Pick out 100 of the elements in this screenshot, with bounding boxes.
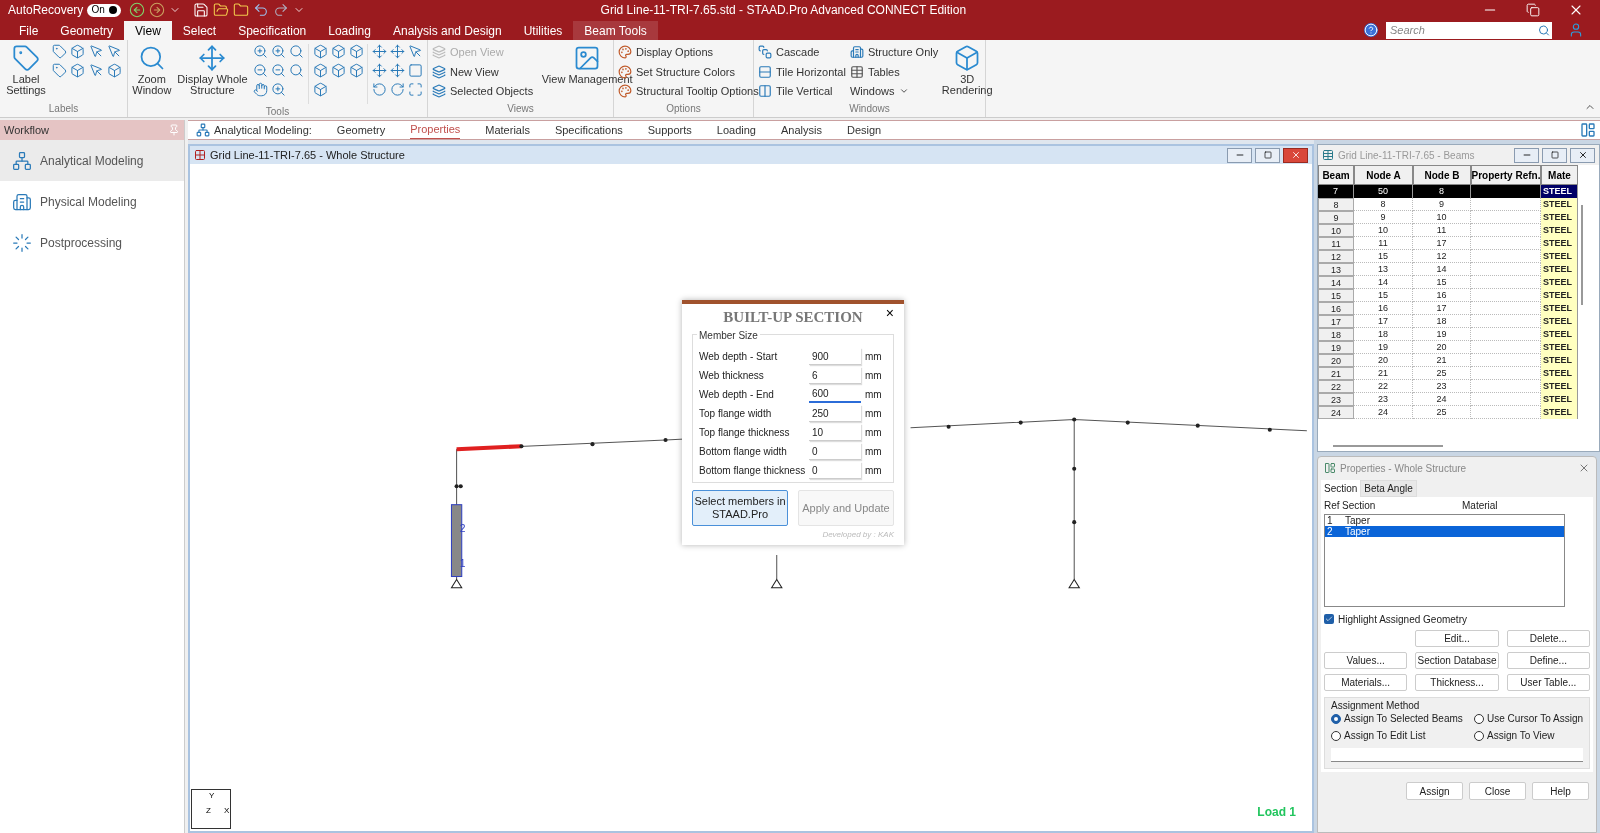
menu-tab[interactable]: Select bbox=[171, 21, 228, 40]
panel-button[interactable]: Edit... bbox=[1415, 630, 1499, 647]
table-cell[interactable]: STEEL bbox=[1541, 263, 1578, 276]
redo-icon[interactable] bbox=[272, 2, 289, 18]
panel-button[interactable]: Thickness... bbox=[1415, 674, 1499, 691]
table-cell[interactable]: 14 bbox=[1413, 263, 1471, 276]
menu-tab[interactable]: Analysis and Design bbox=[381, 21, 513, 40]
pointer-icon[interactable] bbox=[408, 44, 424, 59]
table-cell[interactable]: 8 bbox=[1318, 198, 1354, 211]
panel-button[interactable]: Section Database bbox=[1415, 652, 1499, 669]
table-cell[interactable] bbox=[1471, 302, 1541, 315]
section-list-item[interactable]: 1 Taper bbox=[1325, 515, 1564, 526]
pointer-icon[interactable] bbox=[89, 44, 104, 59]
page-tab[interactable]: Design bbox=[846, 121, 882, 139]
table-cell[interactable]: 17 bbox=[1413, 302, 1471, 315]
table-cell[interactable]: 17 bbox=[1354, 315, 1413, 328]
table-cell[interactable]: 14 bbox=[1318, 276, 1354, 289]
radio-button[interactable] bbox=[1331, 713, 1341, 724]
table-cell[interactable]: 11 bbox=[1354, 237, 1413, 250]
forward-icon[interactable] bbox=[148, 2, 165, 18]
search-field[interactable]: Search bbox=[1386, 21, 1536, 39]
table-cell[interactable]: 10 bbox=[1318, 224, 1354, 237]
table-cell[interactable]: 24 bbox=[1354, 406, 1413, 419]
page-tab[interactable]: Specifications bbox=[554, 121, 623, 139]
table-cell[interactable] bbox=[1471, 237, 1541, 250]
frame-icon[interactable] bbox=[408, 63, 424, 78]
table-cell[interactable]: 17 bbox=[1413, 237, 1471, 250]
table-cell[interactable]: 20 bbox=[1413, 341, 1471, 354]
minimize-button[interactable] bbox=[1514, 147, 1539, 163]
window-menu-item[interactable]: Structure Only bbox=[849, 44, 939, 61]
table-cell[interactable]: 17 bbox=[1318, 315, 1354, 328]
table-cell[interactable]: 10 bbox=[1354, 224, 1413, 237]
table-cell[interactable]: 10 bbox=[1413, 211, 1471, 224]
table-cell[interactable] bbox=[1471, 276, 1541, 289]
panel-button[interactable]: User Table... bbox=[1506, 674, 1590, 691]
radio-button[interactable] bbox=[1331, 730, 1341, 741]
table-cell[interactable] bbox=[1471, 341, 1541, 354]
table-cell[interactable]: 22 bbox=[1318, 380, 1354, 393]
value-field[interactable]: 0 bbox=[809, 462, 861, 479]
close-button[interactable]: × bbox=[885, 306, 894, 320]
table-cell[interactable]: 20 bbox=[1318, 354, 1354, 367]
table-cell[interactable]: STEEL bbox=[1541, 224, 1578, 237]
table-cell[interactable]: 23 bbox=[1318, 393, 1354, 406]
autorecovery-toggle[interactable]: On bbox=[87, 3, 121, 17]
table-cell[interactable]: 16 bbox=[1318, 302, 1354, 315]
axis-icon[interactable] bbox=[390, 44, 406, 59]
minimize-button[interactable] bbox=[1227, 147, 1252, 163]
table-cell[interactable]: 16 bbox=[1413, 289, 1471, 302]
panel-button[interactable]: Delete... bbox=[1506, 630, 1590, 647]
table-cell[interactable]: 20 bbox=[1354, 354, 1413, 367]
cube-icon[interactable] bbox=[107, 63, 122, 78]
table-cell[interactable] bbox=[1471, 185, 1541, 198]
pointer-icon[interactable] bbox=[89, 63, 104, 78]
page-tab[interactable]: Properties bbox=[410, 121, 461, 139]
table-cell[interactable]: STEEL bbox=[1541, 380, 1578, 393]
save-icon[interactable] bbox=[192, 2, 209, 18]
view-menu-item[interactable]: New View bbox=[432, 63, 534, 80]
table-cell[interactable] bbox=[1471, 354, 1541, 367]
value-field[interactable]: 6 bbox=[809, 367, 861, 384]
table-cell[interactable] bbox=[1471, 393, 1541, 406]
menu-tab[interactable]: Specification bbox=[227, 21, 318, 40]
window-menu-item[interactable]: Tile Vertical bbox=[758, 83, 846, 100]
cube-icon[interactable] bbox=[348, 63, 364, 78]
menu-tab[interactable]: Beam Tools bbox=[573, 21, 658, 40]
table-cell[interactable]: 24 bbox=[1318, 406, 1354, 419]
table-cell[interactable]: 8 bbox=[1354, 198, 1413, 211]
table-cell[interactable]: 22 bbox=[1354, 380, 1413, 393]
cube-icon[interactable] bbox=[312, 44, 328, 59]
dialog-button[interactable]: Apply and Update bbox=[798, 490, 894, 526]
table-cell[interactable]: 12 bbox=[1318, 250, 1354, 263]
table-cell[interactable]: 21 bbox=[1354, 367, 1413, 380]
table-cell[interactable]: 15 bbox=[1413, 276, 1471, 289]
cube-icon[interactable] bbox=[330, 63, 346, 78]
table-cell[interactable]: 15 bbox=[1354, 289, 1413, 302]
table-cell[interactable] bbox=[1471, 328, 1541, 341]
table-cell[interactable]: 9 bbox=[1354, 211, 1413, 224]
3d-rendering-button[interactable]: 3D Rendering bbox=[942, 44, 993, 96]
search-icon[interactable] bbox=[1536, 21, 1552, 39]
table-cell[interactable]: STEEL bbox=[1541, 315, 1578, 328]
table-cell[interactable]: 9 bbox=[1318, 211, 1354, 224]
cube-icon[interactable] bbox=[312, 82, 328, 97]
page-tab[interactable]: Analysis bbox=[780, 121, 822, 139]
open-folder-icon[interactable] bbox=[212, 2, 229, 18]
window-menu-item[interactable]: Tile Horizontal bbox=[758, 63, 846, 80]
table-cell[interactable]: 14 bbox=[1354, 276, 1413, 289]
table-cell[interactable]: 12 bbox=[1413, 250, 1471, 263]
table-cell[interactable]: 24 bbox=[1413, 393, 1471, 406]
zoom-in-icon[interactable] bbox=[271, 44, 287, 59]
workflow-item[interactable]: Analytical Modeling bbox=[0, 140, 184, 181]
value-field[interactable]: 600 bbox=[809, 386, 861, 403]
axis-icon[interactable] bbox=[390, 63, 406, 78]
table-cell[interactable]: 18 bbox=[1318, 328, 1354, 341]
dialog-button[interactable]: Select members in STAAD.Pro bbox=[692, 490, 788, 526]
help-icon[interactable] bbox=[1364, 23, 1378, 37]
zoom-icon[interactable] bbox=[288, 44, 304, 59]
table-cell[interactable]: 9 bbox=[1413, 198, 1471, 211]
cube-icon[interactable] bbox=[330, 44, 346, 59]
table-cell[interactable]: STEEL bbox=[1541, 185, 1578, 198]
section-list-item[interactable]: 2 Taper bbox=[1325, 526, 1564, 537]
page-tab[interactable]: Geometry bbox=[336, 121, 386, 139]
